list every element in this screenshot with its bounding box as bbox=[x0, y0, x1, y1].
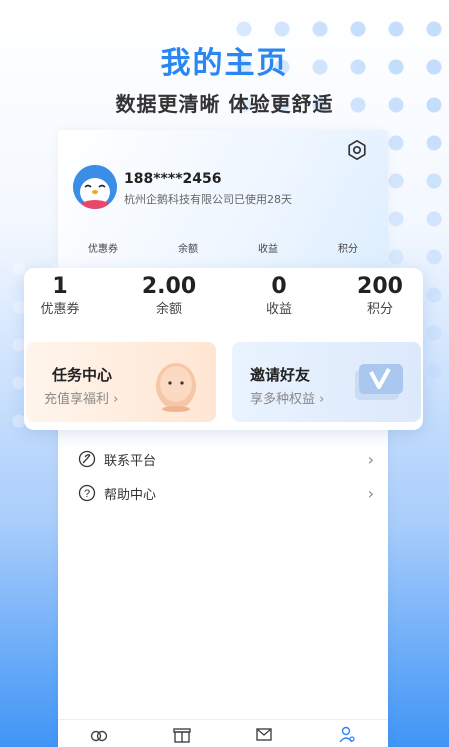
egg-character-icon bbox=[156, 363, 196, 412]
penguin-icon bbox=[73, 165, 117, 209]
chevron-right-icon: › bbox=[367, 483, 374, 503]
mail-icon[interactable] bbox=[254, 724, 274, 744]
phone-screen: 188****2456 杭州企鹅科技有限公司已使用28天 优惠券 余额 收益 积… bbox=[58, 130, 388, 747]
mini-stats-row: 优惠券 余额 收益 积分 bbox=[58, 240, 388, 255]
mini-stat-label: 余额 bbox=[178, 244, 198, 255]
v-badge-icon bbox=[355, 364, 403, 400]
invite-friends-title: 邀请好友 bbox=[250, 366, 311, 384]
menu-item-contact[interactable]: 联系平台 › bbox=[78, 448, 374, 470]
hero-subtitle: 数据更清晰 体验更舒适 bbox=[115, 92, 334, 116]
menu-item-help[interactable]: ? 帮助中心 › bbox=[78, 482, 374, 504]
mini-stat-label: 积分 bbox=[338, 244, 358, 255]
task-center-title: 任务中心 bbox=[52, 366, 113, 384]
stat-earnings[interactable]: 0 收益 bbox=[239, 273, 319, 319]
menu-item-label: 联系平台 bbox=[104, 453, 157, 469]
company-status: 杭州企鹅科技有限公司已使用28天 bbox=[124, 193, 292, 206]
mini-stat-label: 收益 bbox=[258, 244, 278, 255]
leaf-icon bbox=[78, 450, 96, 468]
hero-title: 我的主页 bbox=[160, 46, 289, 81]
task-center-subtitle: 充值享福利 › bbox=[44, 392, 119, 407]
stats-card: 1 优惠券 2.00 余额 0 收益 200 积分 任务中心 充值享福利 › 邀… bbox=[24, 268, 423, 430]
stat-label: 优惠券 bbox=[40, 302, 80, 317]
profile-icon[interactable] bbox=[337, 724, 357, 744]
mini-stat-label: 优惠券 bbox=[88, 244, 118, 255]
stat-coupons[interactable]: 1 优惠券 bbox=[20, 273, 100, 319]
stat-label: 积分 bbox=[366, 302, 393, 317]
bottom-tabbar bbox=[58, 719, 388, 747]
stat-label: 收益 bbox=[265, 302, 292, 317]
avatar[interactable] bbox=[73, 165, 117, 209]
question-icon: ? bbox=[78, 484, 96, 502]
home-icon[interactable] bbox=[89, 724, 109, 744]
menu-item-label: 帮助中心 bbox=[104, 487, 157, 503]
invite-friends-banner[interactable]: 邀请好友 享多种权益 › bbox=[232, 342, 421, 422]
stat-value: 2.00 bbox=[141, 274, 197, 299]
stats-row: 1 优惠券 2.00 余额 0 收益 200 积分 bbox=[24, 273, 423, 333]
svg-text:?: ? bbox=[84, 488, 90, 500]
stat-value: 0 bbox=[271, 274, 287, 299]
stat-label: 余额 bbox=[155, 302, 182, 317]
task-center-banner[interactable]: 任务中心 充值享福利 › bbox=[26, 342, 216, 422]
chevron-right-icon: › bbox=[367, 449, 374, 469]
user-phone: 188****2456 bbox=[124, 171, 222, 187]
stat-value: 200 bbox=[357, 274, 403, 299]
settings-icon[interactable] bbox=[346, 139, 368, 161]
invite-friends-subtitle: 享多种权益 › bbox=[250, 392, 325, 407]
stat-points[interactable]: 200 积分 bbox=[340, 273, 420, 319]
stat-balance[interactable]: 2.00 余额 bbox=[129, 273, 209, 319]
stat-value: 1 bbox=[52, 274, 68, 299]
gift-icon[interactable] bbox=[172, 724, 192, 744]
